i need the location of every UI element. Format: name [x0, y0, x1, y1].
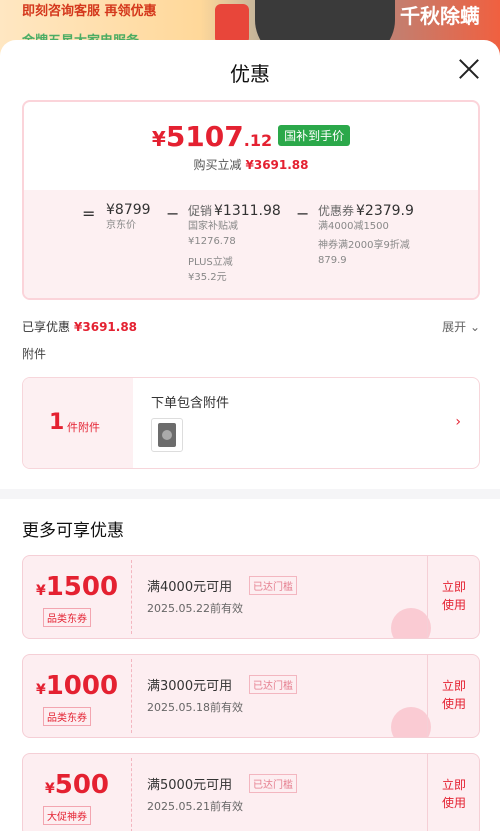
- promo-label: 促销: [188, 204, 213, 218]
- coupon-amount: ¥2379.9: [356, 203, 414, 219]
- coupon-yen: ¥: [44, 781, 55, 797]
- chevron-right-icon[interactable]: ›: [455, 414, 461, 430]
- price-summary: ¥5107.12 国补到手价 购买立减 ¥3691.88 = ¥8799 京东价 −…: [22, 100, 480, 300]
- saved-line: 购买立减 ¥3691.88: [24, 156, 478, 173]
- promo-sub2: ¥1276.78: [188, 236, 236, 247]
- minus-sign-2: −: [296, 204, 310, 223]
- coupon-expiry: 2025.05.22前有效: [147, 602, 243, 615]
- use-coupon-label: 立即使用: [442, 679, 467, 711]
- coupon-expiry: 2025.05.21前有效: [147, 800, 243, 813]
- promo-text: 即刻咨询客服 再领优惠: [22, 4, 157, 19]
- coupon-card: ¥1500 品类东券 满4000元可用 已达门槛 2025.05.22前有效 立…: [22, 555, 480, 639]
- equals-sign: =: [82, 204, 96, 223]
- coupon-condition: 满4000元可用: [147, 580, 233, 595]
- coupon-stamp: [391, 608, 431, 638]
- sheet-title: 优惠: [230, 62, 270, 86]
- coupon-card: ¥500 大促神券 满5000元可用 已达门槛 2025.05.21前有效 立即…: [22, 753, 480, 831]
- coupon-reached-badge: 已达门槛: [249, 576, 297, 595]
- promo-sub1: 国家补贴减: [188, 221, 238, 232]
- minus-sign: −: [166, 204, 180, 223]
- promo-amount: ¥1311.98: [214, 203, 281, 219]
- coupon-sub3: 879.9: [318, 255, 347, 266]
- summary-top: ¥5107.12 国补到手价 购买立减 ¥3691.88: [24, 102, 478, 190]
- jd-price-label: 京东价: [106, 220, 136, 231]
- accessory-count-box: 1 件附件: [23, 378, 133, 468]
- promo-badge: [215, 4, 249, 44]
- coupon-yen: ¥: [35, 583, 46, 599]
- coupon-amount-line: 优惠券 ¥2379.9: [318, 202, 414, 219]
- accessory-section-label: 附件: [22, 347, 47, 361]
- coupon-kind: 品类东券: [43, 707, 91, 726]
- price-int: 5107: [165, 120, 244, 153]
- accessory-count: 1: [49, 410, 65, 435]
- price-yen: ¥: [151, 127, 166, 151]
- coupon-col: 优惠券 ¥2379.9 满4000减1500 神券满2000享9折减 879.9: [318, 202, 414, 268]
- use-coupon-button[interactable]: 立即使用: [427, 655, 479, 737]
- coupon-amount: 500: [54, 770, 110, 800]
- use-coupon-button[interactable]: 立即使用: [427, 754, 479, 831]
- coupon-kind: 品类东券: [43, 608, 91, 627]
- coupon-sub1: 满4000减1500: [318, 221, 389, 232]
- jd-price-col: ¥8799 京东价: [106, 202, 151, 233]
- final-price: ¥5107.12 国补到手价: [24, 120, 478, 153]
- coupon-separator: [131, 560, 132, 634]
- section-divider: [0, 489, 500, 499]
- discount-sheet: 优惠 ¥5107.12 国补到手价 购买立减 ¥3691.88 = ¥8799 京东…: [0, 40, 500, 831]
- promo-sub3: PLUS立减: [188, 257, 233, 268]
- coupon-stamp: [391, 707, 431, 737]
- coupon-reached-badge: 已达门槛: [249, 774, 297, 793]
- more-discounts-title: 更多可享优惠: [22, 521, 124, 541]
- price-tag: 国补到手价: [278, 125, 351, 146]
- coupon-kind: 大促神券: [43, 806, 91, 825]
- coupon-expiry: 2025.05.18前有效: [147, 701, 243, 714]
- close-icon[interactable]: [456, 56, 482, 82]
- washer-thumbnail: [151, 418, 183, 452]
- shared-label: 已享优惠: [22, 320, 71, 334]
- price-dec: .12: [243, 131, 273, 150]
- coupon-condition: 满3000元可用: [147, 679, 233, 694]
- shared-discount: 已享优惠 ¥3691.88: [22, 318, 137, 335]
- sheet-header: 优惠: [0, 40, 500, 100]
- coupon-label: 优惠券: [318, 204, 355, 218]
- accessory-card[interactable]: 1 件附件 下单包含附件 ›: [22, 377, 480, 469]
- coupon-amount: 1500: [45, 572, 119, 602]
- coupon-yen: ¥: [35, 682, 46, 698]
- jd-price: ¥8799: [106, 202, 151, 218]
- promo-amount-line: 促销 ¥1311.98: [188, 202, 281, 219]
- use-coupon-button[interactable]: 立即使用: [427, 556, 479, 638]
- promo-col: 促销 ¥1311.98 国家补贴减 ¥1276.78 PLUS立减 ¥35.2元: [188, 202, 281, 285]
- shared-amount: ¥3691.88: [74, 320, 138, 334]
- coupon-condition: 满5000元可用: [147, 778, 233, 793]
- use-coupon-label: 立即使用: [442, 580, 467, 612]
- coupon-value: ¥1000: [23, 671, 131, 701]
- use-coupon-label: 立即使用: [442, 778, 467, 810]
- coupon-value: ¥500: [23, 770, 131, 800]
- coupon-separator: [131, 659, 132, 733]
- coupon-sub2: 神券满2000享9折减: [318, 240, 410, 251]
- coupon-separator: [131, 758, 132, 831]
- coupon-reached-badge: 已达门槛: [249, 675, 297, 694]
- saved-amount: ¥3691.88: [245, 158, 309, 172]
- accessory-title: 下单包含附件: [151, 396, 230, 411]
- promo-sub4: ¥35.2元: [188, 272, 227, 283]
- coupon-card: ¥1000 品类东券 满3000元可用 已达门槛 2025.05.18前有效 立…: [22, 654, 480, 738]
- accessory-unit: 件附件: [67, 421, 100, 434]
- coupon-value: ¥1500: [23, 572, 131, 602]
- price-breakdown: = ¥8799 京东价 − 促销 ¥1311.98 国家补贴减 ¥1276.78 …: [24, 190, 478, 298]
- promo-right-text: 千秋除螨: [400, 4, 480, 28]
- expand-button[interactable]: 展开 ⌄: [442, 318, 480, 335]
- coupon-amount: 1000: [45, 671, 119, 701]
- saved-label: 购买立减: [193, 158, 242, 172]
